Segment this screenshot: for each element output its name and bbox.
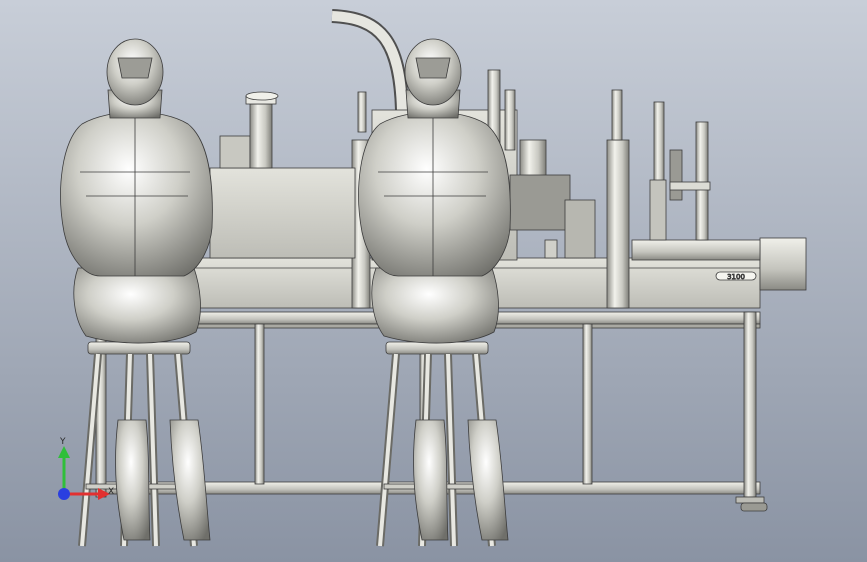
- view-orientation-triad[interactable]: Y X: [44, 438, 124, 508]
- y-axis-arrow-head: [58, 446, 70, 458]
- z-axis-dot: [58, 488, 70, 500]
- x-axis-label: X: [108, 487, 115, 497]
- cad-viewport[interactable]: 3100 Y X: [0, 0, 867, 562]
- label-plate-text: 3100: [727, 273, 745, 281]
- y-axis-label: Y: [60, 437, 66, 447]
- triad-axes: [58, 446, 110, 500]
- assembly-scene[interactable]: 3100: [0, 0, 867, 562]
